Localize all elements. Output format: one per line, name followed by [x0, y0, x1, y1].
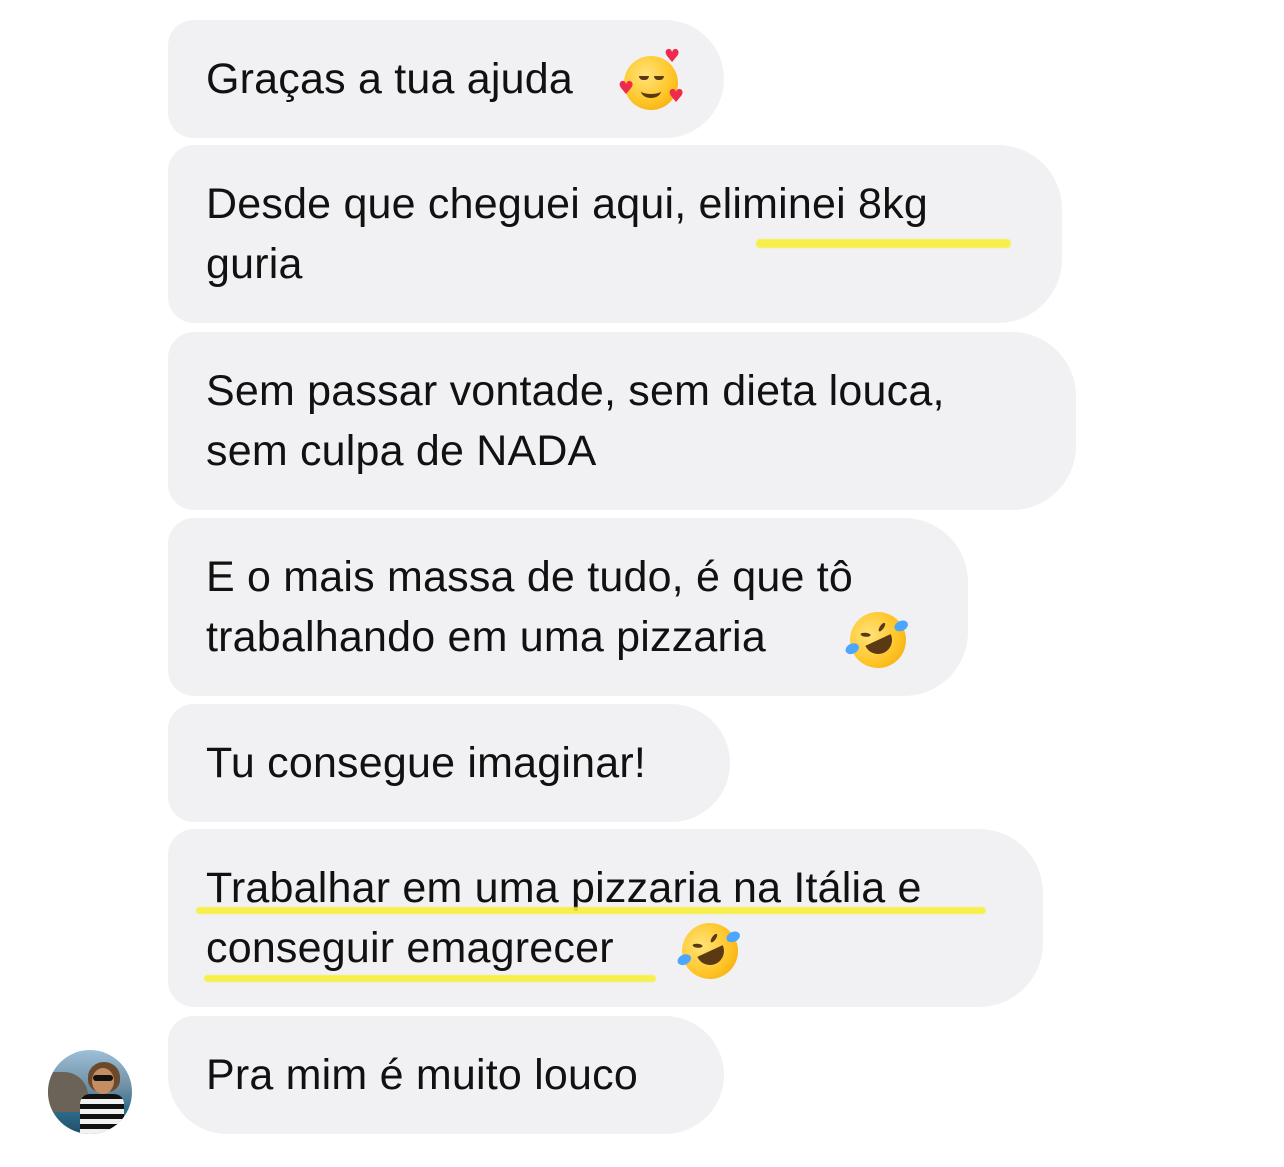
message-text: Graças a tua ajuda: [206, 55, 573, 103]
highlight-mark: [196, 907, 986, 914]
message-text: Pra mim é muito louco: [206, 1051, 638, 1099]
message-line: E o mais massa de tudo, é que tô: [206, 553, 853, 601]
message-line: sem culpa de NADA: [206, 427, 597, 475]
message-bubble[interactable]: Sem passar vontade, sem dieta louca, sem…: [168, 332, 1076, 510]
message-line: conseguir emagrecer: [206, 924, 614, 972]
highlight-mark: [204, 975, 656, 982]
message-line: Desde que cheguei aqui, eliminei 8kg: [206, 180, 928, 228]
message-text: Tu consegue imaginar!: [206, 739, 647, 787]
smiling-face-with-hearts-icon: ♥ ♥ ♥: [618, 48, 684, 110]
highlight-mark: [756, 239, 1011, 248]
message-bubble[interactable]: Tu consegue imaginar!: [168, 704, 730, 822]
message-bubble[interactable]: Desde que cheguei aqui, eliminei 8kg gur…: [168, 145, 1062, 323]
message-line: Sem passar vontade, sem dieta louca,: [206, 367, 945, 415]
message-bubble[interactable]: Trabalhar em uma pizzaria na Itália e co…: [168, 829, 1043, 1007]
message-bubble[interactable]: Pra mim é muito louco: [168, 1016, 724, 1134]
sender-avatar[interactable]: [48, 1050, 132, 1134]
message-bubble[interactable]: E o mais massa de tudo, é que tô trabalh…: [168, 518, 968, 696]
message-bubble[interactable]: Graças a tua ajuda ♥ ♥ ♥: [168, 20, 724, 138]
